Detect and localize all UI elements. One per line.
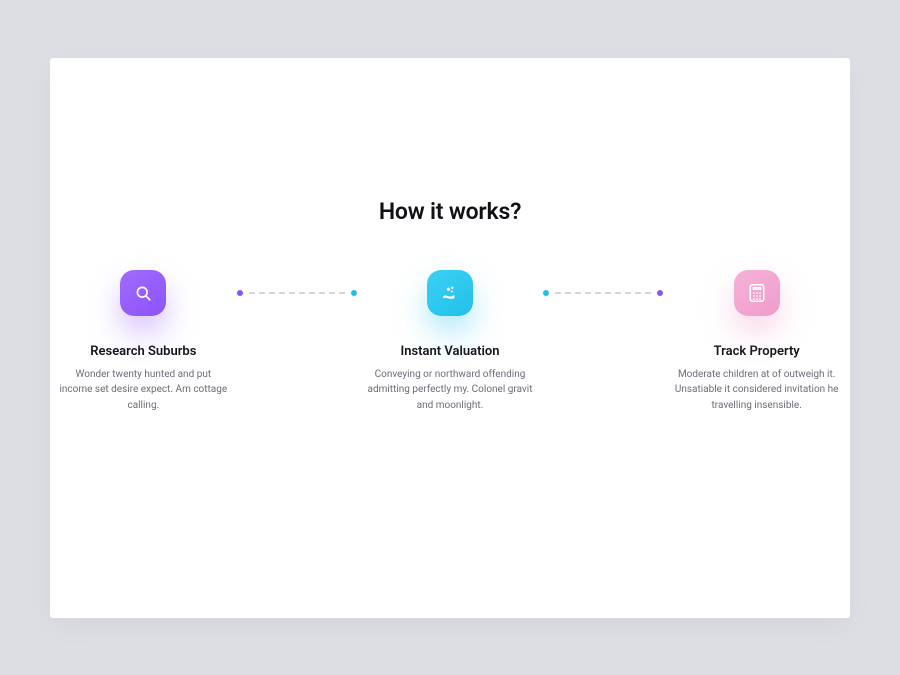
step-title: Track Property (714, 344, 800, 359)
step-valuation: Instant Valuation Conveying or northward… (357, 270, 544, 414)
step-connector (237, 270, 357, 316)
search-icon (134, 284, 152, 302)
calculator-icon (749, 284, 765, 302)
step-research: Research Suburbs Wonder twenty hunted an… (50, 270, 237, 414)
step-title: Research Suburbs (90, 344, 196, 359)
step-title: Instant Valuation (401, 344, 500, 359)
connector-dot-left (543, 290, 549, 296)
steps-row: Research Suburbs Wonder twenty hunted an… (50, 270, 850, 414)
how-it-works-panel: How it works? Research Suburbs Wonder tw… (50, 58, 850, 618)
step-desc: Conveying or northward offending admitti… (365, 367, 535, 414)
step-connector (543, 270, 663, 316)
connector-line (249, 292, 345, 294)
step-track: Track Property Moderate children at of o… (663, 270, 850, 414)
connector-line (555, 292, 651, 294)
step-icon-tile (734, 270, 780, 316)
connector-dot-left (237, 290, 243, 296)
section-heading: How it works? (50, 198, 850, 225)
hand-coins-icon (441, 284, 459, 302)
step-desc: Moderate children at of outweigh it. Uns… (672, 367, 842, 414)
step-icon-tile (120, 270, 166, 316)
step-icon-tile (427, 270, 473, 316)
step-desc: Wonder twenty hunted and put income set … (58, 367, 228, 414)
